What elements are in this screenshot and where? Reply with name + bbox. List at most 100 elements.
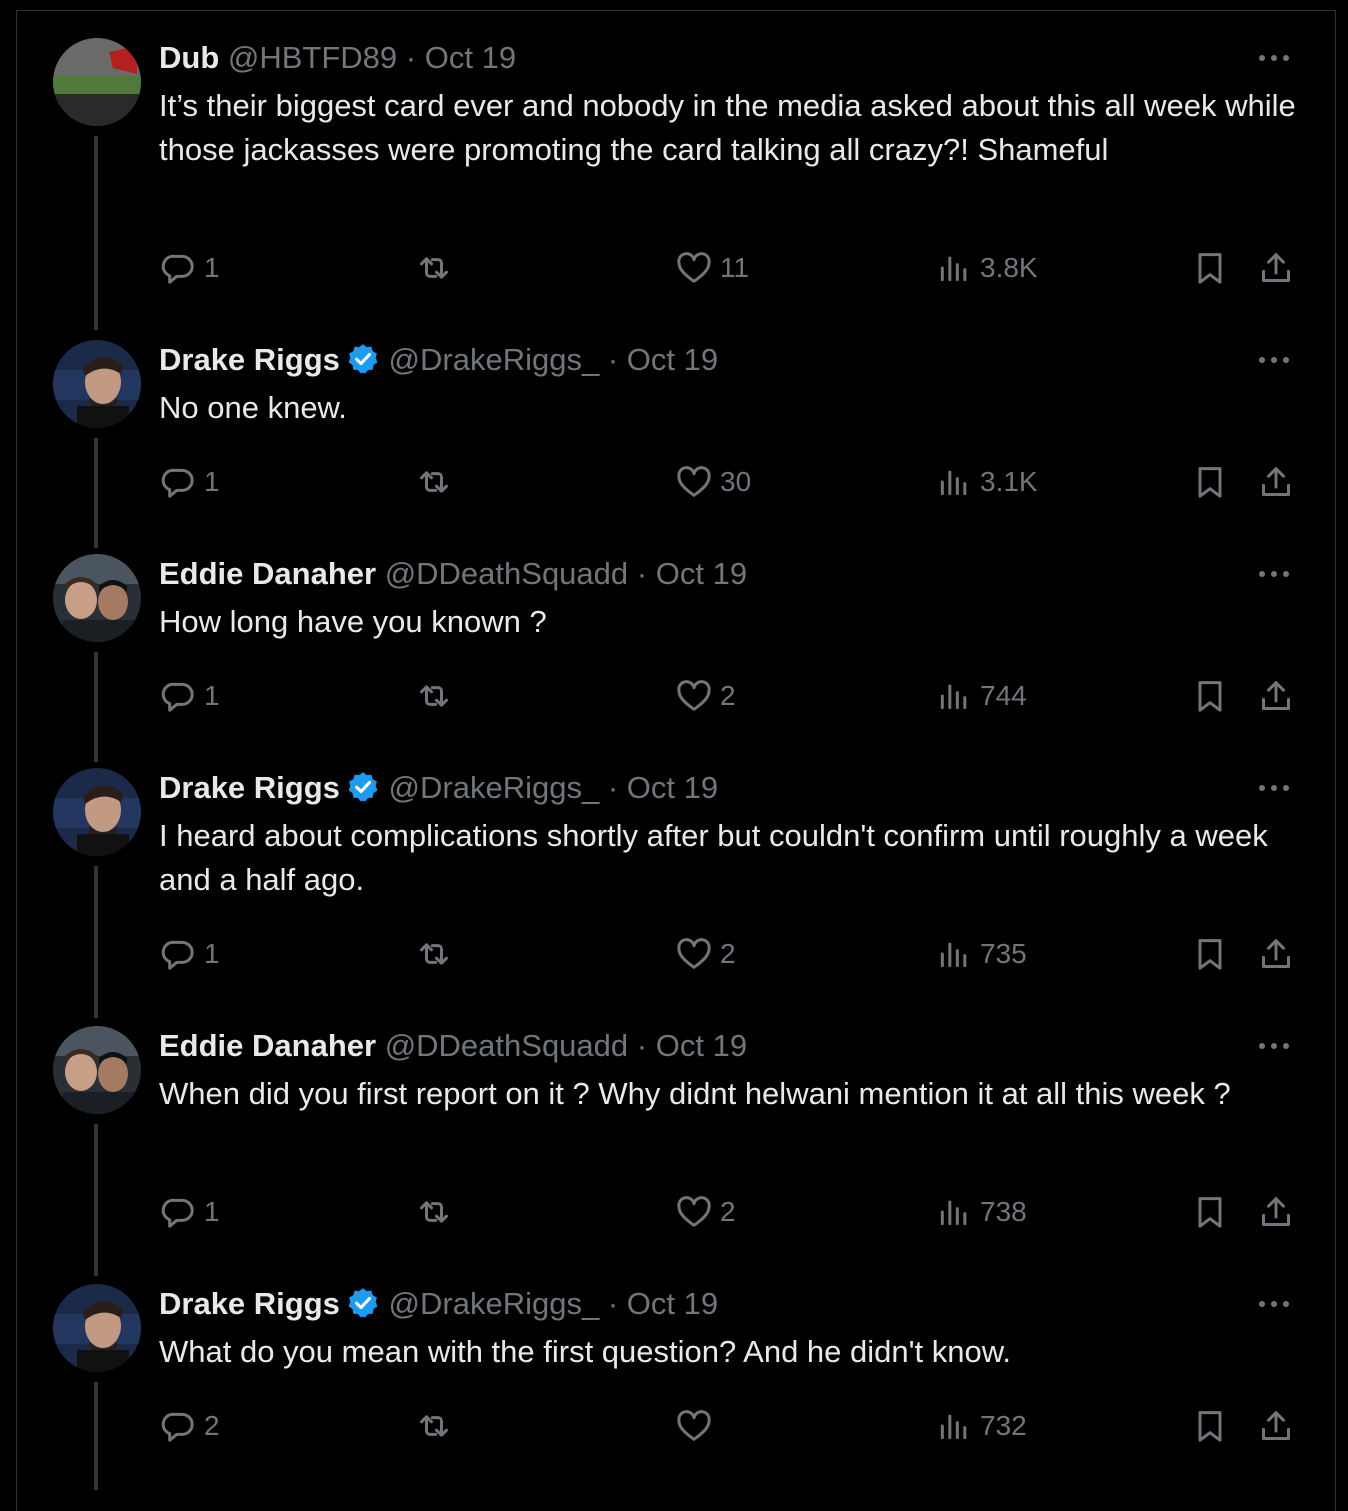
more-icon[interactable] [1256, 560, 1292, 588]
avatar[interactable] [53, 340, 141, 428]
views-button[interactable]: 735 [934, 932, 1027, 976]
bookmark-button[interactable] [1190, 1404, 1230, 1448]
author-name[interactable]: Drake Riggs [159, 770, 340, 805]
author-name[interactable]: Eddie Danaher [159, 1028, 376, 1063]
separator: · [405, 40, 417, 75]
avatar[interactable] [53, 1026, 141, 1114]
retweet-button[interactable] [414, 674, 460, 718]
bookmark-icon [1198, 1411, 1222, 1442]
author-name[interactable]: Eddie Danaher [159, 556, 376, 591]
retweet-button[interactable] [414, 1404, 460, 1448]
author-handle[interactable]: @DrakeRiggs_ [389, 342, 600, 377]
retweet-icon [420, 257, 448, 279]
retweet-button[interactable] [414, 246, 460, 290]
tweet-date[interactable]: Oct 19 [425, 40, 516, 75]
avatar[interactable] [53, 38, 141, 126]
tweet-header: Eddie Danaher @DDeathSquadd · Oct 19 [159, 1026, 747, 1066]
reply-count: 1 [204, 938, 220, 969]
reply-count: 1 [204, 1196, 220, 1227]
retweet-button[interactable] [414, 932, 460, 976]
author-handle[interactable]: @DDeathSquadd [385, 1028, 628, 1063]
views-button[interactable]: 732 [934, 1404, 1027, 1448]
reply-icon [161, 1198, 194, 1228]
author-handle[interactable]: @DrakeRiggs_ [389, 770, 600, 805]
share-button[interactable] [1256, 932, 1296, 976]
tweet-date[interactable]: Oct 19 [656, 556, 747, 591]
author-name[interactable]: Drake Riggs [159, 342, 340, 377]
like-button[interactable]: 11 [674, 246, 749, 290]
bookmark-button[interactable] [1190, 460, 1230, 504]
views-icon [940, 684, 967, 710]
reply-icon [161, 1412, 194, 1442]
like-count: 2 [720, 1196, 736, 1227]
like-button[interactable]: 30 [674, 460, 751, 504]
share-button[interactable] [1256, 460, 1296, 504]
reply-icon [161, 682, 194, 712]
tweet-header: Eddie Danaher @DDeathSquadd · Oct 19 [159, 554, 747, 594]
heart-icon [677, 938, 711, 969]
view-count: 735 [980, 938, 1027, 969]
reply-count: 2 [204, 1410, 220, 1441]
reply-button[interactable]: 2 [158, 1404, 220, 1448]
reply-button[interactable]: 1 [158, 1190, 220, 1234]
bookmark-button[interactable] [1190, 246, 1230, 290]
avatar[interactable] [53, 768, 141, 856]
more-icon[interactable] [1256, 1290, 1292, 1318]
more-icon[interactable] [1256, 774, 1292, 802]
author-name[interactable]: Drake Riggs [159, 1286, 340, 1321]
tweet-text: It’s their biggest card ever and nobody … [159, 88, 1296, 167]
views-button[interactable]: 738 [934, 1190, 1027, 1234]
like-count: 2 [720, 938, 736, 969]
share-button[interactable] [1256, 246, 1296, 290]
tweet-date[interactable]: Oct 19 [627, 342, 718, 377]
bookmark-button[interactable] [1190, 674, 1230, 718]
views-button[interactable]: 744 [934, 674, 1027, 718]
bookmark-icon [1198, 467, 1222, 498]
like-button[interactable] [674, 1404, 720, 1448]
more-icon[interactable] [1256, 346, 1292, 374]
retweet-button[interactable] [414, 1190, 460, 1234]
avatar[interactable] [53, 1284, 141, 1372]
share-button[interactable] [1256, 674, 1296, 718]
more-icon[interactable] [1256, 44, 1292, 72]
views-icon [940, 942, 967, 968]
views-icon [940, 1414, 967, 1440]
action-bar: 1 2 735 [0, 932, 1348, 976]
retweet-button[interactable] [414, 460, 460, 504]
share-icon [1262, 1411, 1290, 1440]
like-button[interactable]: 2 [674, 674, 736, 718]
heart-icon [677, 466, 711, 497]
tweet-text: What do you mean with the first question… [159, 1334, 1012, 1369]
share-icon [1262, 467, 1290, 496]
verified-badge-icon [348, 344, 378, 374]
author-name[interactable]: Dub [159, 40, 219, 75]
reply-button[interactable]: 1 [158, 460, 220, 504]
like-button[interactable]: 2 [674, 932, 736, 976]
tweet-date[interactable]: Oct 19 [627, 770, 718, 805]
views-button[interactable]: 3.8K [934, 246, 1038, 290]
author-handle[interactable]: @DrakeRiggs_ [389, 1286, 600, 1321]
more-icon[interactable] [1256, 1032, 1292, 1060]
tweet-date[interactable]: Oct 19 [656, 1028, 747, 1063]
view-count: 3.8K [980, 252, 1038, 283]
share-button[interactable] [1256, 1404, 1296, 1448]
reply-button[interactable]: 1 [158, 674, 220, 718]
view-count: 738 [980, 1196, 1027, 1227]
separator: · [607, 770, 619, 805]
tweet-date[interactable]: Oct 19 [627, 1286, 718, 1321]
avatar[interactable] [53, 554, 141, 642]
author-handle[interactable]: @DDeathSquadd [385, 556, 628, 591]
reply-button[interactable]: 1 [158, 246, 220, 290]
action-bar: 2 732 [0, 1404, 1348, 1448]
tweet-header: Drake Riggs @DrakeRiggs_ · Oct 19 [159, 1284, 718, 1324]
bookmark-button[interactable] [1190, 1190, 1230, 1234]
bookmark-button[interactable] [1190, 932, 1230, 976]
reply-button[interactable]: 1 [158, 932, 220, 976]
author-handle[interactable]: @HBTFD89 [228, 40, 397, 75]
retweet-icon [420, 685, 448, 707]
heart-icon [677, 1410, 711, 1441]
share-button[interactable] [1256, 1190, 1296, 1234]
like-button[interactable]: 2 [674, 1190, 736, 1234]
verified-badge-icon [348, 772, 378, 802]
views-button[interactable]: 3.1K [934, 460, 1038, 504]
